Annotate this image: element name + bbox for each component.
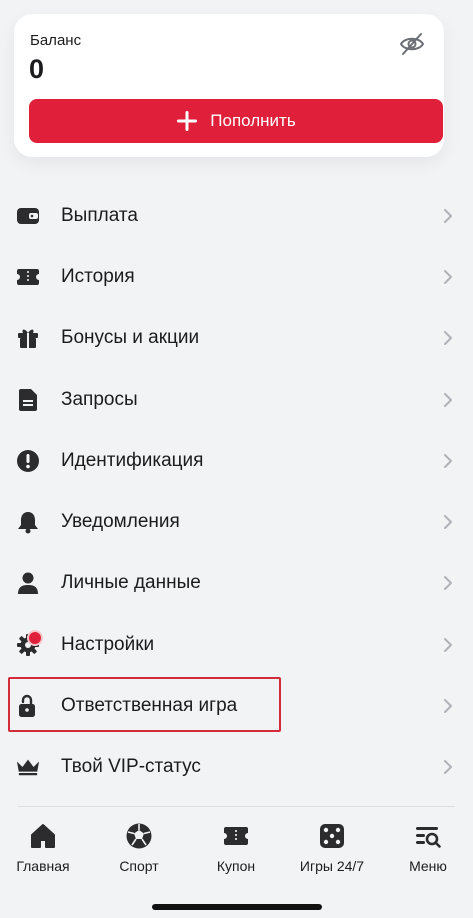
topup-button[interactable]: Пополнить [29, 99, 443, 143]
menu-item-requests[interactable]: Запросы [0, 369, 473, 430]
notification-dot [29, 632, 41, 645]
tab-games[interactable]: Игры 24/7 [285, 822, 379, 884]
chevron-right-icon [444, 576, 452, 591]
menu-item-label: Запросы [61, 388, 138, 410]
menu-search-icon [416, 827, 441, 848]
menu-item-label: Уведомления [61, 511, 180, 533]
ticket-icon [16, 265, 40, 289]
topup-label: Пополнить [210, 111, 296, 130]
menu-item-history[interactable]: История [0, 246, 473, 307]
unlock-icon [16, 694, 40, 718]
chevron-right-icon [444, 392, 452, 407]
balance-value: 0 [29, 54, 45, 84]
menu-item-personal-data[interactable]: Личные данные [0, 553, 473, 614]
tab-label: Спорт [119, 858, 159, 874]
menu-item-label: Ответственная игра [61, 695, 238, 717]
chevron-right-icon [444, 637, 452, 652]
chevron-right-icon [444, 515, 452, 530]
divider [18, 806, 455, 807]
menu-item-notifications[interactable]: Уведомления [0, 491, 473, 552]
coupon-icon [224, 827, 248, 845]
chevron-right-icon [444, 331, 452, 346]
account-menu: Выплата История Бонусы и акции Запросы И… [0, 185, 473, 798]
menu-item-label: История [61, 265, 135, 287]
home-icon [31, 824, 55, 848]
soccer-ball-icon [126, 823, 152, 849]
person-icon [16, 571, 40, 595]
home-indicator[interactable] [152, 904, 322, 910]
crown-icon [16, 755, 40, 779]
menu-item-label: Личные данные [61, 572, 201, 594]
menu-item-vip-status[interactable]: Твой VIP-статус [0, 737, 473, 798]
exclamation-icon [16, 449, 40, 473]
menu-item-label: Твой VIP-статус [61, 756, 201, 778]
menu-item-payout[interactable]: Выплата [0, 185, 473, 246]
document-icon [16, 388, 40, 412]
chevron-right-icon [444, 208, 452, 223]
bell-icon [16, 510, 40, 534]
gift-icon [16, 326, 40, 350]
menu-item-identification[interactable]: Идентификация [0, 430, 473, 491]
menu-item-label: Идентификация [61, 449, 204, 471]
tab-home[interactable]: Главная [0, 822, 90, 884]
menu-item-bonuses[interactable]: Бонусы и акции [0, 308, 473, 369]
menu-item-responsible-gaming[interactable]: Ответственная игра [0, 675, 473, 736]
chevron-right-icon [444, 453, 452, 468]
menu-item-label: Выплата [61, 204, 138, 226]
tab-label: Купон [216, 858, 256, 874]
plus-icon [177, 111, 198, 131]
tab-sport[interactable]: Спорт [92, 822, 186, 884]
bottom-tab-bar: Главная Спорт Купон Игры 24/7 Меню [0, 812, 473, 918]
balance-card: Баланс 0 Пополнить [14, 14, 444, 157]
menu-item-settings[interactable]: Настройки [0, 614, 473, 675]
chevron-right-icon [444, 269, 452, 284]
menu-item-label: Бонусы и акции [61, 327, 200, 349]
hide-balance-eye-icon[interactable] [398, 32, 426, 56]
chevron-right-icon [444, 699, 452, 714]
chevron-right-icon [444, 760, 452, 775]
balance-label: Баланс [30, 32, 82, 49]
tab-coupon[interactable]: Купон [189, 822, 283, 884]
wallet-icon [16, 204, 40, 228]
tab-label: Игры 24/7 [299, 858, 365, 874]
dice-icon [320, 824, 344, 848]
tab-label: Главная [16, 858, 70, 874]
tab-label: Меню [409, 858, 447, 874]
tab-menu[interactable]: Меню [381, 822, 473, 884]
menu-item-label: Настройки [61, 633, 155, 655]
